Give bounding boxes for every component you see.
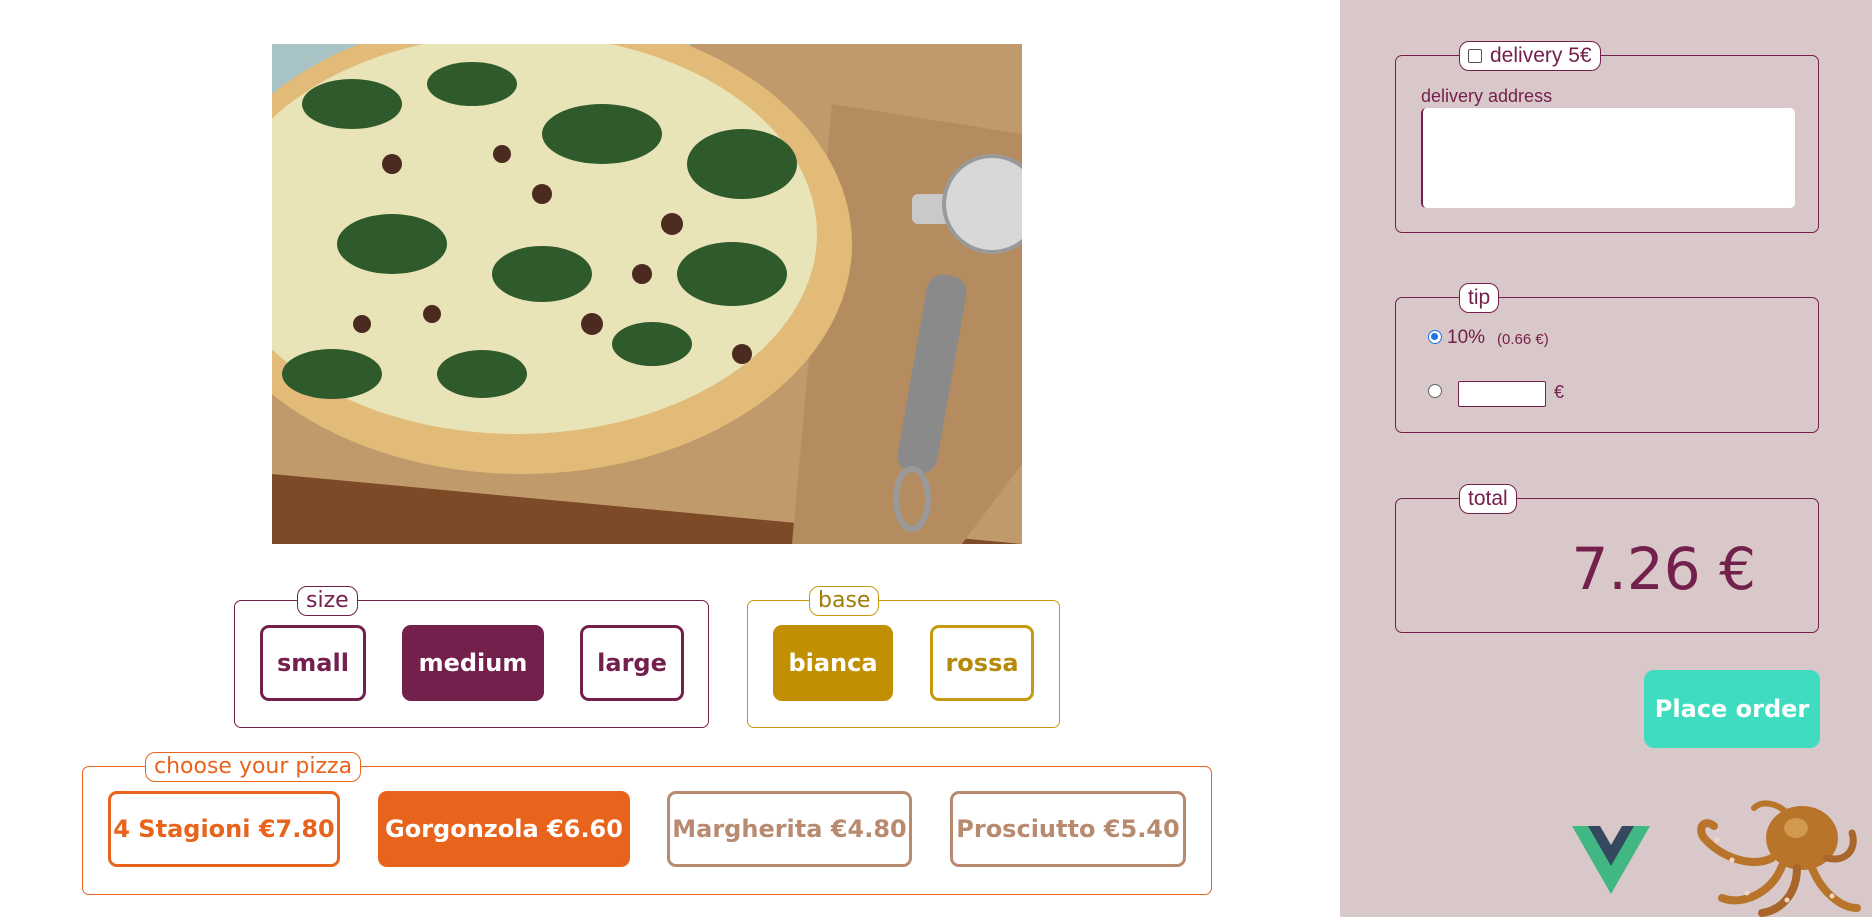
vue-logo-icon <box>1572 826 1650 894</box>
tip-percent-label: 10% <box>1447 327 1486 348</box>
tip-currency-label: € <box>1554 382 1565 402</box>
delivery-fieldset: delivery 5€ delivery address <box>1395 41 1819 233</box>
pizza-margherita-button[interactable]: Margherita €4.80 <box>667 791 912 867</box>
size-fieldset: size small medium large <box>234 586 709 728</box>
pizza-photo <box>272 44 1022 544</box>
base-bianca-button[interactable]: bianca <box>773 625 893 701</box>
tip-custom-input[interactable] <box>1458 381 1546 407</box>
total-legend: total <box>1459 484 1517 514</box>
tip-percent-radio[interactable] <box>1428 330 1442 344</box>
tip-custom-radio[interactable] <box>1428 384 1442 398</box>
tip-legend: tip <box>1459 283 1500 313</box>
octopus-icon <box>1697 800 1861 917</box>
delivery-label: delivery 5€ <box>1490 44 1592 67</box>
pizza-legend: choose your pizza <box>145 752 362 782</box>
delivery-address-label: delivery address <box>1421 86 1553 106</box>
order-panel: delivery 5€ delivery address tip 10% (0.… <box>1340 0 1872 917</box>
total-fieldset: total 7.26 € <box>1395 484 1819 633</box>
pizza-4-stagioni-button[interactable]: 4 Stagioni €7.80 <box>108 791 340 867</box>
tip-percent-amount: (0.66 €) <box>1497 331 1549 348</box>
size-large-button[interactable]: large <box>580 625 684 701</box>
size-small-button[interactable]: small <box>260 625 366 701</box>
delivery-address-input[interactable] <box>1421 108 1795 208</box>
size-medium-button[interactable]: medium <box>402 625 544 701</box>
pizza-fieldset: choose your pizza 4 Stagioni €7.80 Gorgo… <box>82 752 1212 895</box>
delivery-legend[interactable]: delivery 5€ <box>1459 41 1601 71</box>
base-rossa-button[interactable]: rossa <box>930 625 1034 701</box>
size-legend: size <box>297 586 358 616</box>
pizza-gorgonzola-button[interactable]: Gorgonzola €6.60 <box>378 791 630 867</box>
delivery-checkbox[interactable] <box>1468 49 1482 63</box>
tip-fieldset: tip 10% (0.66 €) € <box>1395 283 1819 433</box>
base-fieldset: base bianca rossa <box>747 586 1060 728</box>
place-order-button[interactable]: Place order <box>1644 670 1820 748</box>
base-legend: base <box>809 586 880 616</box>
total-value: 7.26 € <box>1571 535 1756 603</box>
pizza-prosciutto-button[interactable]: Prosciutto €5.40 <box>950 791 1186 867</box>
